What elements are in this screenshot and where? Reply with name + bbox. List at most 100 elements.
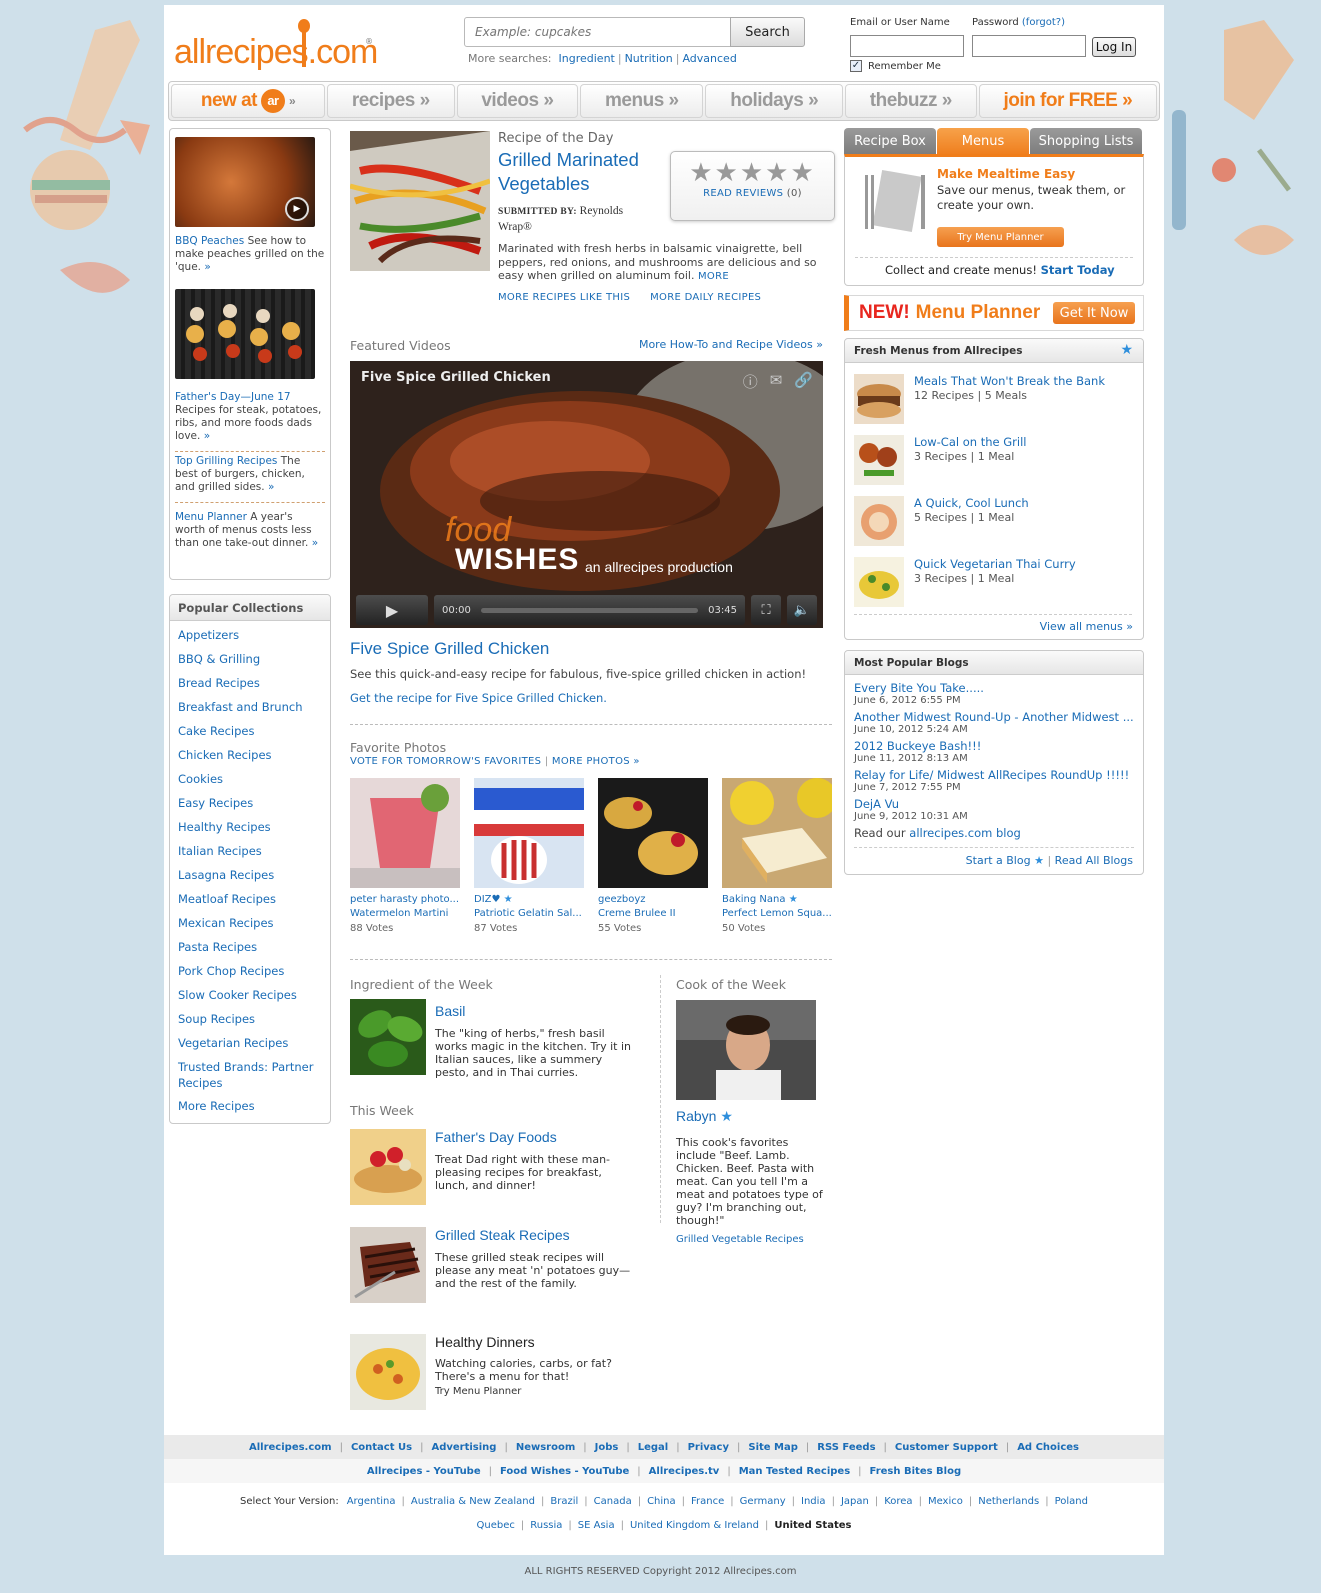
collection-link[interactable]: BBQ & Grilling [178,649,322,673]
promo-arrow[interactable]: » [204,430,210,442]
promo-title[interactable]: BBQ Peaches [175,235,244,247]
video-player[interactable]: Five Spice Grilled Chicken ⓘ ✉ 🔗 food WI… [350,361,823,628]
footer-link[interactable]: SE Asia [578,1520,615,1531]
promo-top-grilling[interactable]: Top Grilling Recipes The best of burgers… [175,447,325,503]
footer-link[interactable]: Allrecipes.tv [649,1466,720,1477]
vote-favorites-link[interactable]: VOTE FOR TOMORROW'S FAVORITES [350,756,541,767]
footer-link[interactable]: Quebec [477,1520,515,1531]
watermelon-martini-image[interactable] [350,778,460,888]
collection-link[interactable]: Meatloaf Recipes [178,889,322,913]
menu-thumb[interactable] [854,496,904,546]
start-today-link[interactable]: Start Today [1041,263,1115,277]
nav-menus[interactable]: menus » [580,84,704,118]
footer-link[interactable]: Advertising [431,1442,496,1453]
footer-link[interactable]: Legal [638,1442,669,1453]
footer-link[interactable]: RSS Feeds [817,1442,875,1453]
footer-link[interactable]: Site Map [748,1442,798,1453]
footer-link[interactable]: France [691,1496,724,1507]
photo-recipe[interactable]: Watermelon Martini [350,908,460,919]
footer-link[interactable]: Contact Us [351,1442,412,1453]
nav-holidays[interactable]: holidays » [705,84,843,118]
menu-title[interactable]: Meals That Won't Break the Bank [914,374,1105,388]
tab-shopping-lists[interactable]: Shopping Lists [1030,128,1142,154]
video-title[interactable]: Five Spice Grilled Chicken [350,639,549,659]
more-daily-recipes-link[interactable]: MORE DAILY RECIPES [650,292,761,303]
cook-photo[interactable] [676,1000,816,1100]
footer-link[interactable]: Allrecipes - YouTube [367,1466,481,1477]
photo-recipe[interactable]: Creme Brulee II [598,908,708,919]
menu-thumb[interactable] [854,435,904,485]
collection-link[interactable]: Pasta Recipes [178,937,322,961]
bbq-peaches-image[interactable]: ▶ [175,137,315,227]
creme-brulee-image[interactable] [598,778,708,888]
collection-link[interactable]: Slow Cooker Recipes [178,985,322,1009]
collection-link[interactable]: Chicken Recipes [178,745,322,769]
collection-link[interactable]: Mexican Recipes [178,913,322,937]
collection-link[interactable]: Vegetarian Recipes [178,1033,322,1057]
recipe-of-day-title[interactable]: Grilled Marinated Vegetables [498,148,658,196]
footer-link[interactable]: Privacy [688,1442,729,1453]
nav-thebuzz[interactable]: thebuzz » [844,84,977,118]
footer-link[interactable]: Argentina [347,1496,396,1507]
footer-link[interactable]: United Kingdom & Ireland [630,1520,759,1531]
allrecipes-logo[interactable]: allrecipes.com ® [174,13,378,73]
nav-join-free[interactable]: join for FREE » [978,84,1157,118]
collection-link[interactable]: Breakfast and Brunch [178,697,322,721]
ingredient-search-link[interactable]: Ingredient [559,52,615,65]
tab-recipe-box[interactable]: Recipe Box [844,128,936,154]
collection-link[interactable]: Cookies [178,769,322,793]
healthy-dinners-image[interactable] [350,1334,426,1410]
footer-link[interactable]: Ad Choices [1017,1442,1079,1453]
promo-menu-planner[interactable]: Menu Planner A year's worth of menus cos… [175,503,325,550]
photo-author-name[interactable]: DIZ♥ [474,894,500,905]
play-button[interactable]: ▶ [356,595,428,625]
promo-title[interactable]: Father's Day—June 17 [175,391,291,403]
promo-arrow[interactable]: » [204,261,210,273]
photo-recipe[interactable]: Perfect Lemon Squa... [722,908,832,919]
promo-title[interactable]: Top Grilling Recipes [175,455,277,467]
promo-bbq-peaches[interactable]: ▶ BBQ Peaches See how to make peaches gr… [175,137,325,274]
fullscreen-icon[interactable]: ⛶ [751,595,781,625]
photo-author[interactable]: peter harasty photo... [350,894,460,905]
footer-link[interactable]: Allrecipes.com [249,1442,332,1453]
remember-me[interactable]: ✓ Remember Me [850,60,941,72]
footer-link[interactable]: Customer Support [895,1442,998,1453]
more-photos-link[interactable]: MORE PHOTOS » [552,756,640,767]
basil-image[interactable] [350,999,426,1075]
footer-link[interactable]: Food Wishes - YouTube [500,1466,629,1477]
footer-link[interactable]: Fresh Bites Blog [870,1466,962,1477]
view-all-menus-link[interactable]: View all menus » [1040,620,1133,633]
collection-link[interactable]: Appetizers [178,625,322,649]
blog-title[interactable]: Relay for Life/ Midwest AllRecipes Round… [854,768,1134,782]
volume-icon[interactable]: 🔈 [787,595,817,625]
photo-author[interactable]: DIZ♥ ★ [474,894,584,905]
ingredient-title[interactable]: Basil [435,1003,465,1019]
play-icon[interactable]: ▶ [285,197,309,221]
collection-link[interactable]: Cake Recipes [178,721,322,745]
menu-title[interactable]: A Quick, Cool Lunch [914,496,1029,510]
nav-new-at[interactable]: new at ar » [171,84,325,118]
forgot-password-link[interactable]: (forgot?) [1022,17,1065,28]
nav-videos[interactable]: videos » [456,84,579,118]
cook-name[interactable]: Rabyn ★ [676,1108,733,1125]
collection-link[interactable]: Soup Recipes [178,1009,322,1033]
info-icon[interactable]: ⓘ [743,371,758,392]
promo-arrow[interactable]: » [312,537,318,549]
footer-link[interactable]: Poland [1055,1496,1088,1507]
favorite-photo[interactable]: geezboyz Creme Brulee II 55 Votes [598,778,708,934]
link-icon[interactable]: 🔗 [794,371,813,392]
footer-link[interactable]: Canada [594,1496,632,1507]
this-week-title[interactable]: Healthy Dinners [435,1334,535,1350]
this-week-title[interactable]: Father's Day Foods [435,1129,557,1145]
collection-link[interactable]: Pork Chop Recipes [178,961,322,985]
password-field[interactable] [972,35,1086,57]
promo-arrow[interactable]: » [268,481,274,493]
footer-link[interactable]: Man Tested Recipes [739,1466,850,1477]
fathers-day-image[interactable] [350,1129,426,1205]
collection-link[interactable]: Bread Recipes [178,673,322,697]
footer-link[interactable]: Japan [841,1496,869,1507]
footer-link[interactable]: Brazil [550,1496,578,1507]
favorite-photo[interactable]: Baking Nana ★ Perfect Lemon Squa... 50 V… [722,778,832,934]
collection-link[interactable]: Healthy Recipes [178,817,322,841]
recipe-of-day-image[interactable] [350,131,490,271]
